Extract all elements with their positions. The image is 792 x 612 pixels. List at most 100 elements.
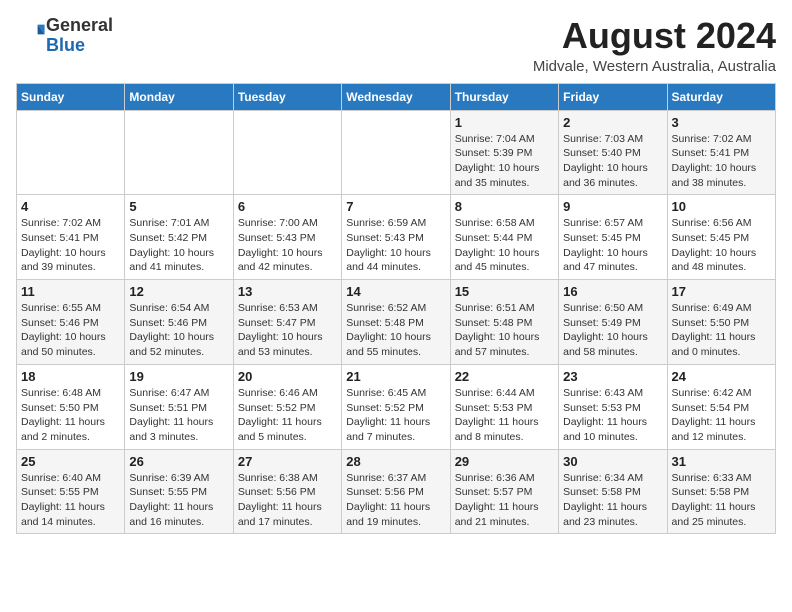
day-info: Sunrise: 6:58 AM Sunset: 5:44 PM Dayligh… bbox=[455, 216, 554, 275]
calendar-week-row: 4 Sunrise: 7:02 AM Sunset: 5:41 PM Daylig… bbox=[17, 195, 776, 280]
day-info: Sunrise: 6:46 AM Sunset: 5:52 PM Dayligh… bbox=[238, 386, 337, 445]
month-year-title: August 2024 bbox=[533, 16, 776, 56]
day-number: 12 bbox=[129, 284, 228, 299]
calendar-cell: 21 Sunrise: 6:45 AM Sunset: 5:52 PM Dayli… bbox=[342, 364, 450, 449]
day-info: Sunrise: 6:49 AM Sunset: 5:50 PM Dayligh… bbox=[672, 301, 771, 360]
calendar-week-row: 18Sunrise: 6:48 AM Sunset: 5:50 PM Dayli… bbox=[17, 364, 776, 449]
calendar-cell: 11 Sunrise: 6:55 AM Sunset: 5:46 PM Dayli… bbox=[17, 280, 125, 365]
day-info: Sunrise: 6:45 AM Sunset: 5:52 PM Dayligh… bbox=[346, 386, 445, 445]
calendar-weekday-saturday: Saturday bbox=[667, 83, 775, 110]
calendar-table: SundayMondayTuesdayWednesdayThursdayFrid… bbox=[16, 83, 776, 535]
day-info: Sunrise: 6:39 AM Sunset: 5:55 PM Dayligh… bbox=[129, 471, 228, 530]
calendar-cell: 30Sunrise: 6:34 AM Sunset: 5:58 PM Dayli… bbox=[559, 449, 667, 534]
calendar-weekday-sunday: Sunday bbox=[17, 83, 125, 110]
calendar-week-row: 11 Sunrise: 6:55 AM Sunset: 5:46 PM Dayli… bbox=[17, 280, 776, 365]
day-info: Sunrise: 6:50 AM Sunset: 5:49 PM Dayligh… bbox=[563, 301, 662, 360]
day-number: 2 bbox=[563, 115, 662, 130]
calendar-cell: 18Sunrise: 6:48 AM Sunset: 5:50 PM Dayli… bbox=[17, 364, 125, 449]
calendar-weekday-wednesday: Wednesday bbox=[342, 83, 450, 110]
calendar-cell: 6 Sunrise: 7:00 AM Sunset: 5:43 PM Daylig… bbox=[233, 195, 341, 280]
day-info: Sunrise: 6:38 AM Sunset: 5:56 PM Dayligh… bbox=[238, 471, 337, 530]
calendar-cell: 22 Sunrise: 6:44 AM Sunset: 5:53 PM Dayli… bbox=[450, 364, 558, 449]
day-number: 29 bbox=[455, 454, 554, 469]
calendar-cell: 19 Sunrise: 6:47 AM Sunset: 5:51 PM Dayli… bbox=[125, 364, 233, 449]
day-number: 17 bbox=[672, 284, 771, 299]
calendar-cell bbox=[233, 110, 341, 195]
location-subtitle: Midvale, Western Australia, Australia bbox=[533, 58, 776, 75]
day-number: 15 bbox=[455, 284, 554, 299]
day-info: Sunrise: 6:59 AM Sunset: 5:43 PM Dayligh… bbox=[346, 216, 445, 275]
calendar-cell: 14 Sunrise: 6:52 AM Sunset: 5:48 PM Dayli… bbox=[342, 280, 450, 365]
day-number: 25 bbox=[21, 454, 120, 469]
day-number: 14 bbox=[346, 284, 445, 299]
calendar-header-row: SundayMondayTuesdayWednesdayThursdayFrid… bbox=[17, 83, 776, 110]
calendar-week-row: 25 Sunrise: 6:40 AM Sunset: 5:55 PM Dayli… bbox=[17, 449, 776, 534]
day-number: 26 bbox=[129, 454, 228, 469]
calendar-cell: 7 Sunrise: 6:59 AM Sunset: 5:43 PM Daylig… bbox=[342, 195, 450, 280]
day-info: Sunrise: 6:56 AM Sunset: 5:45 PM Dayligh… bbox=[672, 216, 771, 275]
calendar-cell: 29 Sunrise: 6:36 AM Sunset: 5:57 PM Dayli… bbox=[450, 449, 558, 534]
day-info: Sunrise: 7:03 AM Sunset: 5:40 PM Dayligh… bbox=[563, 132, 662, 191]
day-info: Sunrise: 7:00 AM Sunset: 5:43 PM Dayligh… bbox=[238, 216, 337, 275]
calendar-cell: 27 Sunrise: 6:38 AM Sunset: 5:56 PM Dayli… bbox=[233, 449, 341, 534]
day-info: Sunrise: 6:44 AM Sunset: 5:53 PM Dayligh… bbox=[455, 386, 554, 445]
calendar-cell: 17 Sunrise: 6:49 AM Sunset: 5:50 PM Dayli… bbox=[667, 280, 775, 365]
day-number: 11 bbox=[21, 284, 120, 299]
day-info: Sunrise: 6:55 AM Sunset: 5:46 PM Dayligh… bbox=[21, 301, 120, 360]
day-info: Sunrise: 6:53 AM Sunset: 5:47 PM Dayligh… bbox=[238, 301, 337, 360]
day-info: Sunrise: 6:51 AM Sunset: 5:48 PM Dayligh… bbox=[455, 301, 554, 360]
day-number: 23 bbox=[563, 369, 662, 384]
calendar-cell: 13Sunrise: 6:53 AM Sunset: 5:47 PM Dayli… bbox=[233, 280, 341, 365]
day-info: Sunrise: 6:47 AM Sunset: 5:51 PM Dayligh… bbox=[129, 386, 228, 445]
calendar-cell: 9Sunrise: 6:57 AM Sunset: 5:45 PM Daylig… bbox=[559, 195, 667, 280]
day-number: 30 bbox=[563, 454, 662, 469]
day-info: Sunrise: 6:54 AM Sunset: 5:46 PM Dayligh… bbox=[129, 301, 228, 360]
day-number: 7 bbox=[346, 199, 445, 214]
calendar-cell: 28 Sunrise: 6:37 AM Sunset: 5:56 PM Dayli… bbox=[342, 449, 450, 534]
calendar-cell: 31 Sunrise: 6:33 AM Sunset: 5:58 PM Dayli… bbox=[667, 449, 775, 534]
logo-blue-text: Blue bbox=[46, 35, 85, 55]
day-info: Sunrise: 7:02 AM Sunset: 5:41 PM Dayligh… bbox=[21, 216, 120, 275]
calendar-cell: 4 Sunrise: 7:02 AM Sunset: 5:41 PM Daylig… bbox=[17, 195, 125, 280]
day-info: Sunrise: 6:52 AM Sunset: 5:48 PM Dayligh… bbox=[346, 301, 445, 360]
day-number: 31 bbox=[672, 454, 771, 469]
day-number: 24 bbox=[672, 369, 771, 384]
day-info: Sunrise: 6:40 AM Sunset: 5:55 PM Dayligh… bbox=[21, 471, 120, 530]
logo-icon bbox=[18, 19, 46, 47]
day-info: Sunrise: 7:01 AM Sunset: 5:42 PM Dayligh… bbox=[129, 216, 228, 275]
day-info: Sunrise: 6:57 AM Sunset: 5:45 PM Dayligh… bbox=[563, 216, 662, 275]
day-number: 21 bbox=[346, 369, 445, 384]
day-number: 3 bbox=[672, 115, 771, 130]
calendar-cell: 25 Sunrise: 6:40 AM Sunset: 5:55 PM Dayli… bbox=[17, 449, 125, 534]
calendar-week-row: 1Sunrise: 7:04 AM Sunset: 5:39 PM Daylig… bbox=[17, 110, 776, 195]
calendar-cell: 3 Sunrise: 7:02 AM Sunset: 5:41 PM Daylig… bbox=[667, 110, 775, 195]
day-info: Sunrise: 7:04 AM Sunset: 5:39 PM Dayligh… bbox=[455, 132, 554, 191]
calendar-cell bbox=[342, 110, 450, 195]
day-number: 4 bbox=[21, 199, 120, 214]
calendar-cell: 2 Sunrise: 7:03 AM Sunset: 5:40 PM Daylig… bbox=[559, 110, 667, 195]
day-number: 8 bbox=[455, 199, 554, 214]
day-info: Sunrise: 6:37 AM Sunset: 5:56 PM Dayligh… bbox=[346, 471, 445, 530]
calendar-cell: 10 Sunrise: 6:56 AM Sunset: 5:45 PM Dayli… bbox=[667, 195, 775, 280]
calendar-cell: 5 Sunrise: 7:01 AM Sunset: 5:42 PM Daylig… bbox=[125, 195, 233, 280]
logo-general-text: General bbox=[46, 15, 113, 35]
day-info: Sunrise: 6:42 AM Sunset: 5:54 PM Dayligh… bbox=[672, 386, 771, 445]
day-number: 22 bbox=[455, 369, 554, 384]
day-number: 19 bbox=[129, 369, 228, 384]
day-number: 27 bbox=[238, 454, 337, 469]
day-number: 5 bbox=[129, 199, 228, 214]
day-info: Sunrise: 6:33 AM Sunset: 5:58 PM Dayligh… bbox=[672, 471, 771, 530]
day-number: 6 bbox=[238, 199, 337, 214]
day-info: Sunrise: 6:43 AM Sunset: 5:53 PM Dayligh… bbox=[563, 386, 662, 445]
day-info: Sunrise: 7:02 AM Sunset: 5:41 PM Dayligh… bbox=[672, 132, 771, 191]
day-number: 10 bbox=[672, 199, 771, 214]
day-number: 28 bbox=[346, 454, 445, 469]
page-header: General Blue August 2024 Midvale, Wester… bbox=[16, 16, 776, 75]
calendar-weekday-thursday: Thursday bbox=[450, 83, 558, 110]
calendar-cell: 8 Sunrise: 6:58 AM Sunset: 5:44 PM Daylig… bbox=[450, 195, 558, 280]
calendar-cell bbox=[17, 110, 125, 195]
day-number: 20 bbox=[238, 369, 337, 384]
day-info: Sunrise: 6:36 AM Sunset: 5:57 PM Dayligh… bbox=[455, 471, 554, 530]
calendar-cell: 24 Sunrise: 6:42 AM Sunset: 5:54 PM Dayli… bbox=[667, 364, 775, 449]
day-number: 18 bbox=[21, 369, 120, 384]
